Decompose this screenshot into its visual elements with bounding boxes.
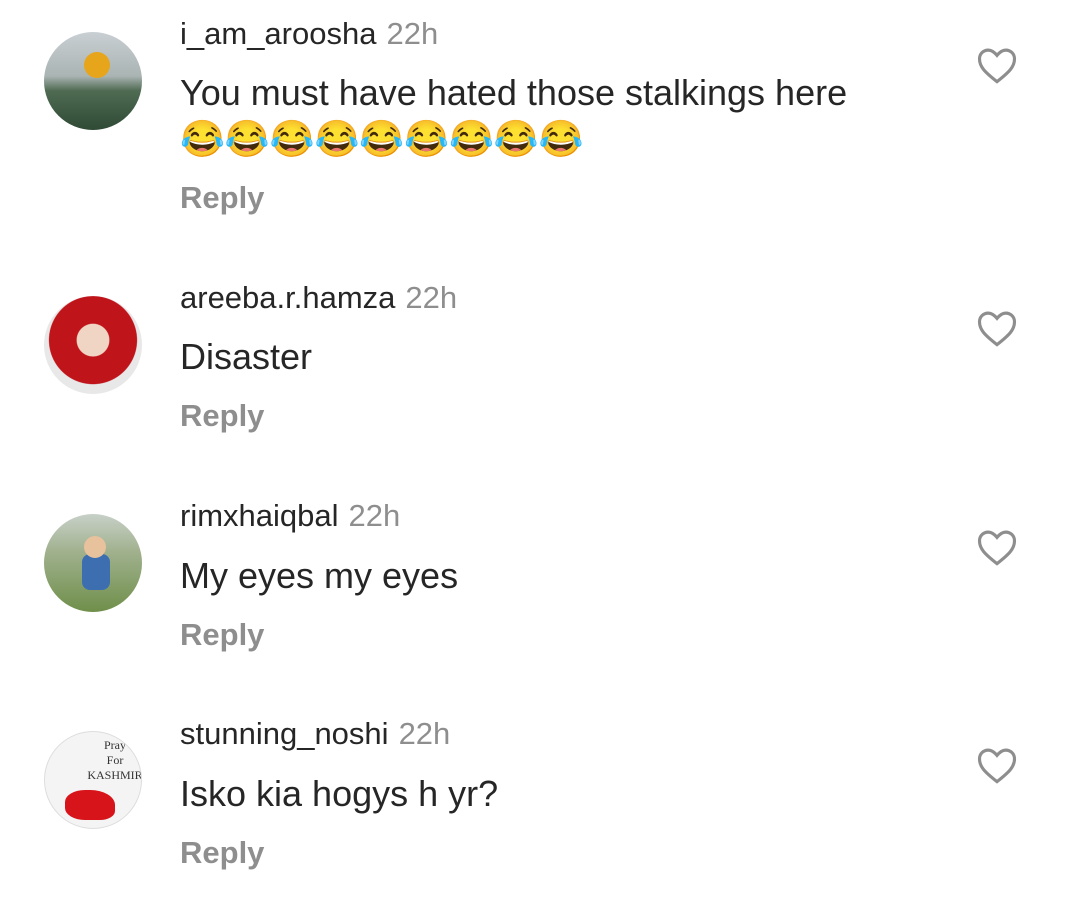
comment-text: My eyes my eyes [180, 555, 459, 596]
comment-text: Isko kia hogys h yr? [180, 773, 499, 814]
avatar-text: Pray For KASHMIR [87, 738, 142, 782]
comment-text: You must have hated those stalkings here… [180, 70, 847, 162]
reply-button[interactable]: Reply [180, 398, 264, 434]
kashmir-map-graphic [65, 790, 115, 820]
heart-icon[interactable] [976, 527, 1018, 567]
child-body-graphic [82, 554, 110, 590]
sunflower-graphic [84, 52, 110, 78]
timestamp: 22h [405, 280, 458, 315]
reply-button[interactable]: Reply [180, 835, 264, 871]
heart-icon[interactable] [976, 308, 1018, 348]
heart-icon[interactable] [976, 45, 1018, 85]
timestamp: 22h [398, 716, 451, 751]
timestamp: 22h [386, 16, 439, 51]
username[interactable]: areeba.r.hamza [180, 280, 395, 315]
child-head-graphic [84, 536, 106, 558]
comment-text-line: You must have hated those stalkings here [180, 72, 848, 113]
avatar[interactable]: Pray For KASHMIR [44, 731, 142, 829]
avatar[interactable] [44, 514, 142, 612]
avatar[interactable] [44, 296, 142, 394]
avatar[interactable] [44, 32, 142, 130]
reply-button[interactable]: Reply [180, 617, 264, 653]
comment-emoji: 😂😂😂😂😂😂😂😂😂 [180, 118, 584, 159]
timestamp: 22h [348, 498, 401, 533]
username[interactable]: stunning_noshi [180, 716, 389, 751]
heart-icon[interactable] [976, 745, 1018, 785]
reply-button[interactable]: Reply [180, 180, 264, 216]
username[interactable]: rimxhaiqbal [180, 498, 339, 533]
comment-text: Disaster [180, 336, 313, 377]
username[interactable]: i_am_aroosha [180, 16, 376, 51]
